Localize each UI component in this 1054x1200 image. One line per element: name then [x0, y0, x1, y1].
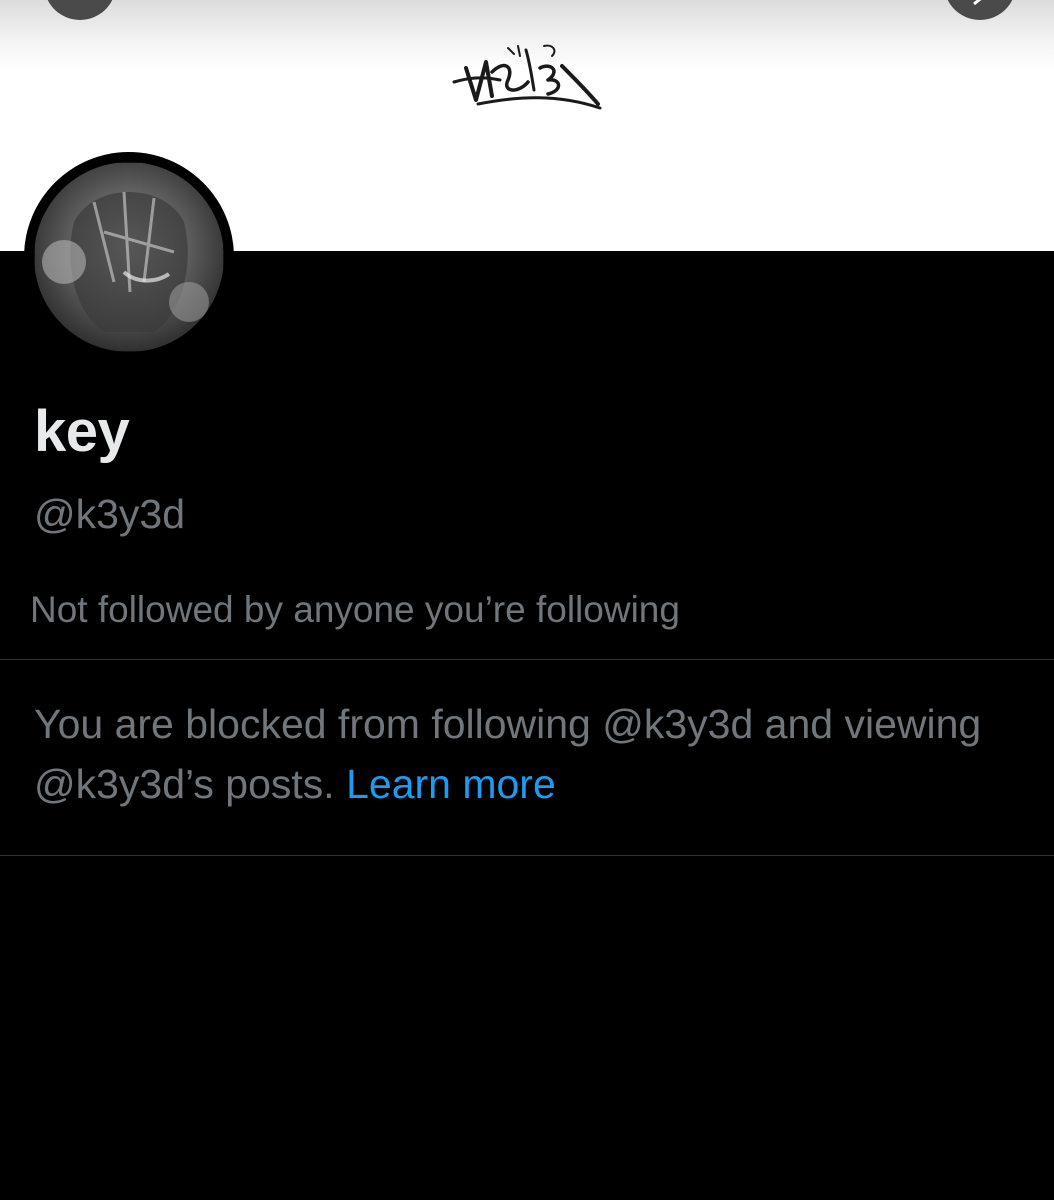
more-icon	[973, 0, 982, 6]
blocked-notice: You are blocked from following @k3y3d an…	[34, 694, 1024, 814]
arrow-left-icon	[66, 0, 94, 14]
avatar-image	[34, 162, 224, 352]
divider	[0, 659, 1054, 660]
followers-you-know: Not followed by anyone you’re following	[30, 589, 680, 630]
avatar[interactable]	[34, 162, 224, 352]
handle: @k3y3d	[34, 491, 186, 537]
divider	[0, 855, 1054, 856]
graffiti-tag-image	[452, 44, 602, 110]
learn-more-link[interactable]: Learn more	[346, 761, 556, 807]
display-name: key	[34, 399, 130, 464]
